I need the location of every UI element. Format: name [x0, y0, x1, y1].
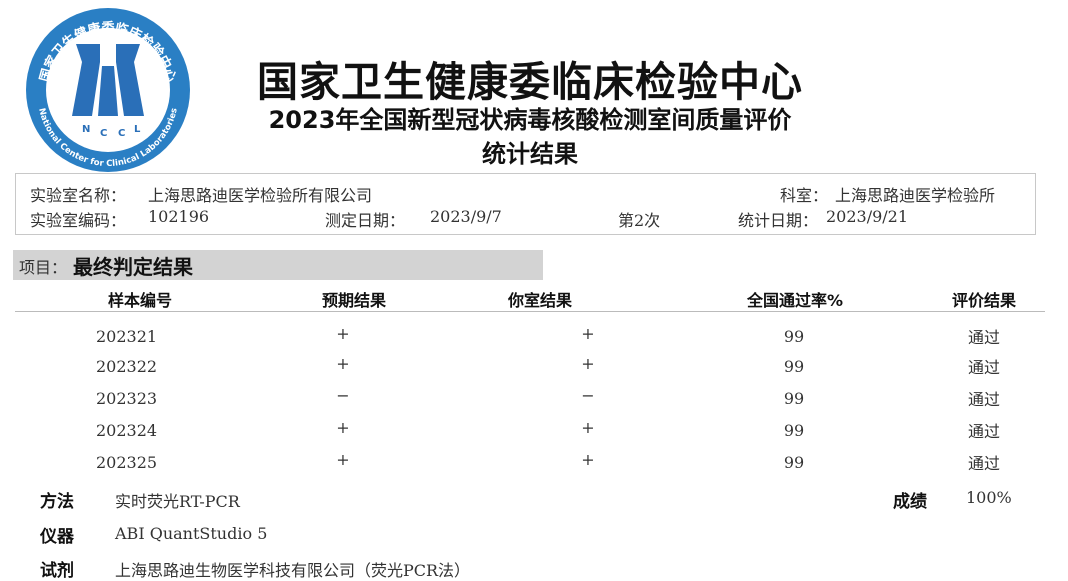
cell-your-result: − — [581, 386, 595, 405]
cell-expected: + — [336, 418, 350, 437]
method-label: 方法 — [40, 492, 74, 512]
cell-evaluation: 通过 — [967, 454, 1001, 473]
col-header-sample-id: 样本编号 — [107, 291, 173, 310]
cell-pass-rate: 99 — [783, 327, 805, 346]
cell-expected: + — [336, 354, 350, 373]
instrument-value: ABI QuantStudio 5 — [115, 524, 268, 543]
cell-your-result: + — [581, 418, 595, 437]
cell-your-result: + — [581, 324, 595, 343]
section-label: 项目： — [19, 258, 68, 277]
dept-label: 科室： — [780, 186, 829, 205]
col-header-expected: 预期结果 — [321, 291, 387, 310]
logo-abbr-letter: N — [82, 124, 90, 135]
cell-pass-rate: 99 — [783, 389, 805, 408]
cell-sample-id: 202323 — [96, 389, 158, 408]
table-divider — [15, 311, 1045, 312]
cell-expected: + — [336, 324, 350, 343]
cell-expected: − — [336, 386, 350, 405]
stat-date-value: 2023/9/21 — [826, 207, 909, 226]
cell-evaluation: 通过 — [967, 390, 1001, 409]
score-value: 100% — [966, 488, 1012, 507]
method-value: 实时荧光RT-PCR — [115, 492, 240, 511]
cell-sample-id: 202321 — [96, 327, 158, 346]
logo-abbr-letter: C — [118, 128, 125, 139]
col-header-pass-rate: 全国通过率% — [746, 291, 844, 310]
cell-sample-id: 202325 — [96, 453, 158, 472]
cell-sample-id: 202324 — [96, 421, 158, 440]
cell-sample-id: 202322 — [96, 357, 158, 376]
page-subtitle: 2023年全国新型冠状病毒核酸检测室间质量评价 — [268, 106, 792, 134]
lab-code-value: 102196 — [148, 207, 210, 226]
dept-value: 上海思路迪医学检验所 — [835, 186, 996, 205]
test-date-value: 2023/9/7 — [430, 207, 502, 226]
reagent-value: 上海思路迪生物医学科技有限公司（荧光PCR法） — [115, 561, 471, 580]
logo-abbr-letter: L — [134, 124, 141, 135]
col-header-your-result: 你室结果 — [507, 291, 573, 310]
lab-name-value: 上海思路迪医学检验所有限公司 — [148, 186, 373, 205]
lab-name-label: 实验室名称： — [30, 186, 127, 205]
cell-evaluation: 通过 — [967, 328, 1001, 347]
cell-expected: + — [336, 450, 350, 469]
cell-pass-rate: 99 — [783, 357, 805, 376]
page-subtitle-results: 统计结果 — [482, 140, 578, 168]
cell-your-result: + — [581, 354, 595, 373]
nccl-logo: 国家卫生健康委临床检验中心 National Center for Clinic… — [26, 8, 190, 172]
page-title: 国家卫生健康委临床检验中心 — [257, 58, 803, 106]
cell-pass-rate: 99 — [783, 453, 805, 472]
test-date-label: 测定日期： — [325, 211, 406, 230]
stat-date-label: 统计日期： — [738, 211, 819, 230]
cell-evaluation: 通过 — [967, 358, 1001, 377]
score-label: 成绩 — [893, 492, 927, 512]
logo-abbr-letter: C — [100, 128, 107, 139]
instrument-label: 仪器 — [40, 527, 74, 547]
cell-your-result: + — [581, 450, 595, 469]
round-value: 第2次 — [618, 211, 661, 230]
section-header: 项目： 最终判定结果 — [13, 250, 543, 280]
cell-pass-rate: 99 — [783, 421, 805, 440]
reagent-label: 试剂 — [40, 561, 74, 581]
col-header-evaluation: 评价结果 — [951, 291, 1017, 310]
section-title: 最终判定结果 — [73, 255, 193, 279]
cell-evaluation: 通过 — [967, 422, 1001, 441]
lab-code-label: 实验室编码： — [30, 211, 127, 230]
